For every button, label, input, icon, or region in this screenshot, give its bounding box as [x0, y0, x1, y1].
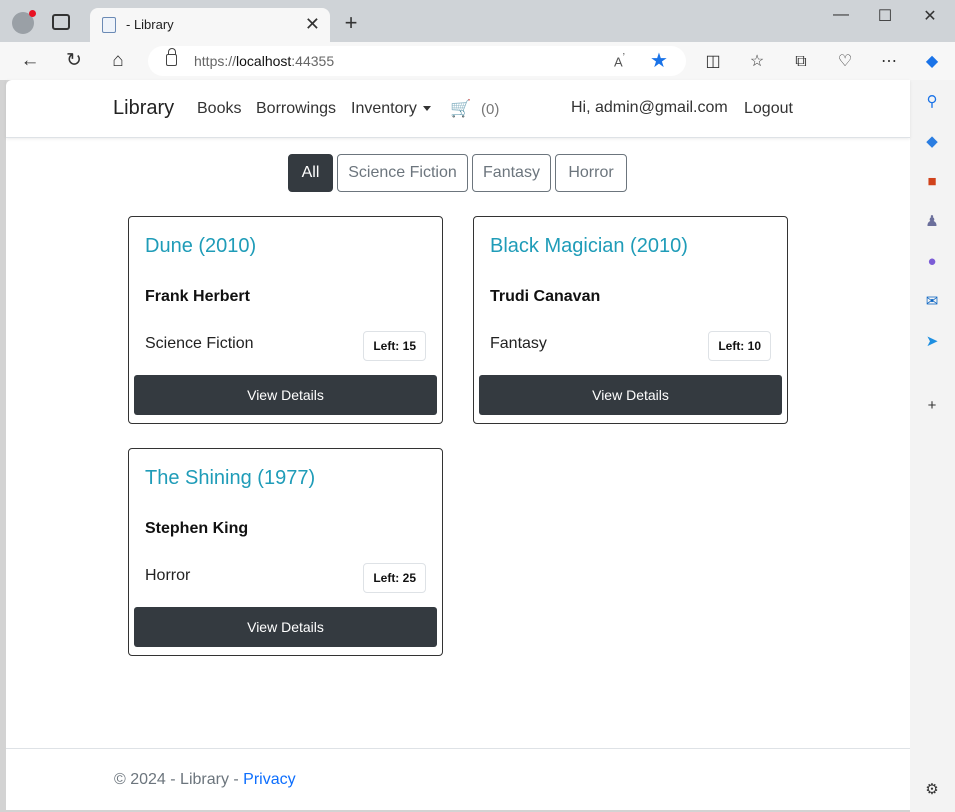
maximize-icon[interactable]: ☐	[870, 6, 900, 26]
url-text[interactable]: https://localhost:44355	[194, 53, 334, 69]
chevron-down-icon	[422, 106, 431, 112]
book-genre: Science Fiction	[145, 335, 254, 352]
favorite-star-icon[interactable]: ★	[650, 48, 668, 73]
book-card: Black Magician (2010) Trudi Canavan Fant…	[473, 216, 788, 424]
settings-gear-icon[interactable]: ⚙	[922, 780, 942, 800]
book-card: The Shining (1977) Stephen King Horror L…	[128, 448, 443, 656]
user-greeting[interactable]: Hi, admin@gmail.com	[571, 99, 728, 117]
filter-science-fiction[interactable]: Science Fiction	[337, 154, 468, 192]
back-icon[interactable]: ←	[17, 48, 43, 74]
stock-left-badge: Left: 15	[363, 331, 426, 361]
search-icon[interactable]: ⚲	[922, 92, 942, 112]
site-brand[interactable]: Library	[113, 97, 174, 120]
book-card: Dune (2010) Frank Herbert Science Fictio…	[128, 216, 443, 424]
nav-inventory-dropdown[interactable]: Inventory	[351, 100, 431, 118]
privacy-link[interactable]: Privacy	[243, 771, 295, 788]
nav-borrowings[interactable]: Borrowings	[256, 100, 336, 118]
book-title: The Shining (1977)	[145, 467, 316, 489]
office-icon[interactable]: ●	[922, 252, 942, 272]
send-icon[interactable]: ➤	[922, 332, 942, 352]
book-author: Stephen King	[145, 520, 249, 537]
book-genre: Fantasy	[490, 335, 547, 352]
games-icon[interactable]: ♟	[922, 212, 942, 232]
minimize-icon[interactable]: —	[826, 6, 856, 24]
book-genre: Horror	[145, 567, 191, 584]
browser-sidebar: ⚲ ◆ ■ ♟ ● ✉ ➤ + ⚙	[910, 80, 955, 812]
home-icon[interactable]: ⌂	[105, 48, 131, 74]
tab-actions-icon[interactable]	[52, 14, 70, 30]
view-details-button[interactable]: View Details	[479, 375, 782, 415]
browser-tab[interactable]: - Library ✕	[90, 8, 330, 42]
filter-horror[interactable]: Horror	[555, 154, 627, 192]
read-aloud-icon[interactable]: Aʼ	[614, 52, 625, 69]
tools-icon[interactable]: ■	[922, 172, 942, 192]
collections-icon[interactable]: ⧉	[790, 51, 812, 73]
book-author: Trudi Canavan	[490, 288, 601, 305]
add-sidebar-app-icon[interactable]: +	[922, 396, 942, 416]
cart-count[interactable]: (0)	[481, 101, 499, 118]
nav-books[interactable]: Books	[197, 100, 241, 118]
view-details-button[interactable]: View Details	[134, 607, 437, 647]
browser-tab-bar: - Library ✕ + — ☐ ✕	[0, 0, 955, 42]
stock-left-badge: Left: 10	[708, 331, 771, 361]
outlook-icon[interactable]: ✉	[922, 292, 942, 312]
split-screen-icon[interactable]: ◫	[702, 51, 724, 73]
tab-title: - Library	[126, 17, 174, 32]
refresh-icon[interactable]: ↻	[61, 48, 87, 74]
address-toolbar: ← ↻ ⌂ https://localhost:44355 Aʼ ★ ◫ ☆ ⧉…	[0, 42, 955, 80]
logout-button[interactable]: Logout	[744, 100, 793, 118]
web-page: Library Books Borrowings Inventory 🛒 (0)…	[6, 80, 910, 810]
book-title: Dune (2010)	[145, 235, 257, 257]
site-footer: © 2024 - Library - Privacy	[6, 748, 910, 810]
footer-copyright: © 2024 - Library - Privacy	[114, 771, 296, 788]
book-author: Frank Herbert	[145, 288, 250, 305]
close-tab-icon[interactable]: ✕	[305, 14, 320, 35]
cart-icon[interactable]: 🛒	[450, 99, 471, 119]
page-favicon-icon	[102, 17, 116, 33]
filter-fantasy[interactable]: Fantasy	[472, 154, 551, 192]
profile-icon[interactable]	[12, 10, 36, 34]
browser-essentials-icon[interactable]: ♡	[834, 51, 856, 73]
site-navbar: Library Books Borrowings Inventory 🛒 (0)…	[6, 80, 910, 138]
book-title: Black Magician (2010)	[490, 235, 688, 257]
url-bar[interactable]: https://localhost:44355 Aʼ ★	[148, 46, 686, 76]
more-options-icon[interactable]: ⋯	[878, 51, 900, 73]
copilot-icon[interactable]: ◆	[921, 51, 943, 73]
close-window-icon[interactable]: ✕	[915, 6, 945, 26]
view-details-button[interactable]: View Details	[134, 375, 437, 415]
shopping-tag-icon[interactable]: ◆	[922, 132, 942, 152]
filter-all[interactable]: All	[288, 154, 333, 192]
favorites-icon[interactable]: ☆	[746, 51, 768, 73]
lock-icon[interactable]	[166, 48, 177, 66]
new-tab-icon[interactable]: +	[340, 10, 362, 36]
stock-left-badge: Left: 25	[363, 563, 426, 593]
